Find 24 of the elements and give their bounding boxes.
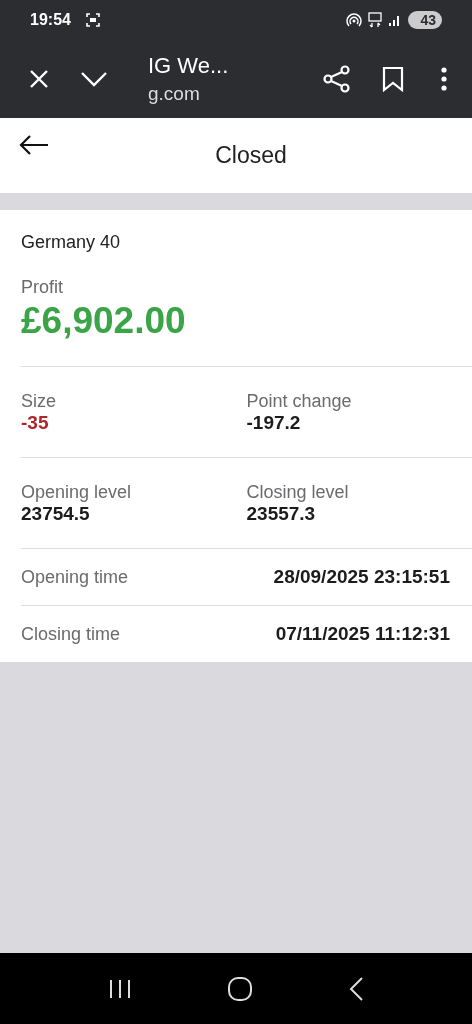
field-label: Size: [21, 391, 56, 412]
screenshot-icon: [84, 12, 101, 28]
market-name: Germany 40: [21, 232, 121, 253]
page-url: g.com: [148, 83, 201, 105]
status-time: 19:54: [30, 11, 71, 29]
field-value: 07/11/2025 11:12:31: [275, 623, 450, 645]
field-value: 23557.3: [246, 503, 316, 525]
field-value: 28/09/2025 23:15:51: [273, 566, 450, 588]
profit-label: Profit: [21, 277, 63, 298]
field-label: Closing level: [246, 482, 349, 503]
field-label: Closing time: [21, 623, 121, 645]
field-value: -197.2: [246, 412, 301, 434]
field-label: Opening time: [21, 566, 129, 588]
battery-indicator: 43: [408, 11, 442, 29]
network-icon: [368, 12, 383, 28]
more-icon[interactable]: [440, 66, 448, 92]
profit-value: £6,902.00: [21, 300, 186, 342]
field-value: -35: [21, 412, 49, 434]
screen-title: Closed: [215, 142, 287, 169]
field-label: Point change: [246, 391, 352, 412]
field-label: Opening level: [21, 482, 132, 503]
page-title: IG We...: [148, 53, 230, 79]
hotspot-icon: [346, 12, 363, 28]
field-value: 23754.5: [21, 503, 90, 525]
